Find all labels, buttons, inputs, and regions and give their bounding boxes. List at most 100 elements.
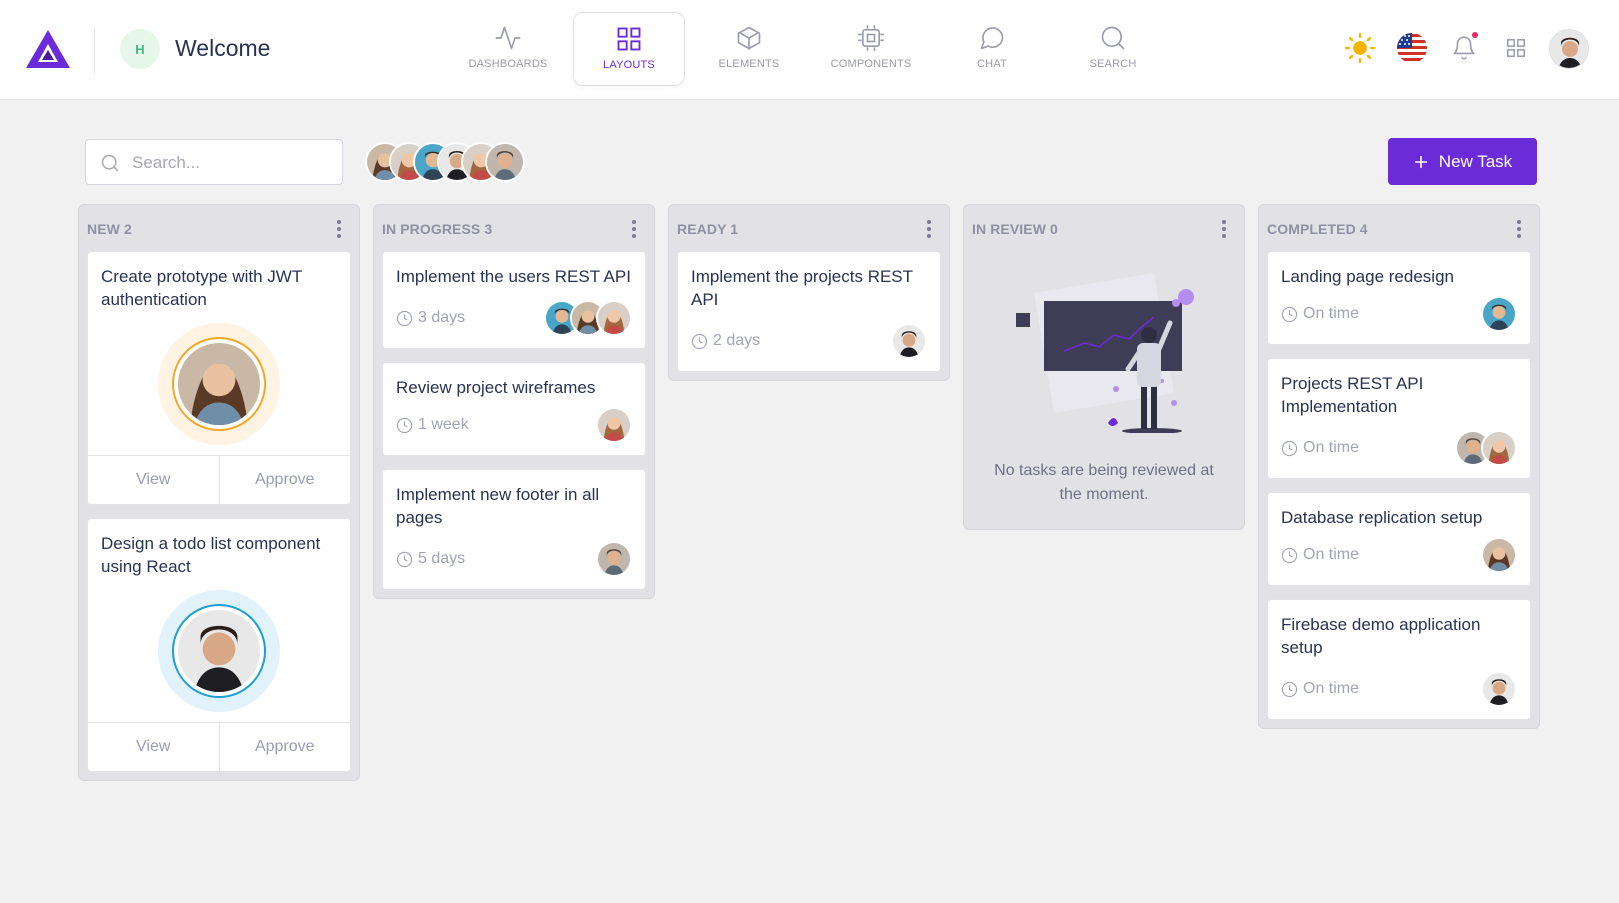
apps-button[interactable] xyxy=(1498,30,1534,66)
task-title: Database replication setup xyxy=(1281,508,1483,527)
workspace-avatar[interactable]: H xyxy=(120,29,160,69)
notification-dot xyxy=(1472,32,1478,38)
column-title: IN REVIEW 0 xyxy=(972,221,1058,237)
nav-elements[interactable]: Elements xyxy=(693,12,805,86)
empty-state-text: No tasks are being reviewed at the momen… xyxy=(994,462,1214,503)
task-card[interactable]: Firebase demo application setup On time xyxy=(1267,599,1531,720)
user-avatar[interactable] xyxy=(1549,29,1589,69)
avatar[interactable] xyxy=(1481,430,1517,466)
avatar[interactable] xyxy=(596,300,632,336)
column-menu-icon[interactable] xyxy=(626,218,642,240)
column-title: READY 1 xyxy=(677,221,739,237)
task-title: Projects REST API Implementation xyxy=(1281,374,1424,416)
task-title: Landing page redesign xyxy=(1281,267,1454,286)
column-title: IN PROGRESS 3 xyxy=(382,221,493,237)
nav-components[interactable]: Components xyxy=(815,12,927,86)
task-card[interactable]: Implement new footer in all pages 5 days xyxy=(382,469,646,590)
nav-label: Dashboards xyxy=(468,58,548,70)
view-button[interactable]: View xyxy=(88,723,220,771)
clock-icon xyxy=(396,417,413,433)
nav-layouts[interactable]: Layouts xyxy=(573,12,685,86)
box-icon xyxy=(737,26,761,50)
avatar[interactable] xyxy=(172,337,266,431)
clock-icon xyxy=(396,310,413,326)
avatar[interactable] xyxy=(1481,537,1517,573)
avatar[interactable] xyxy=(172,604,266,698)
column-menu-icon[interactable] xyxy=(1216,218,1232,240)
theme-toggle-button[interactable] xyxy=(1342,30,1378,66)
column-in-progress: IN PROGRESS 3 Implement the users REST A… xyxy=(373,204,655,599)
task-card[interactable]: Design a todo list component using React… xyxy=(87,518,351,772)
task-card[interactable]: Landing page redesign On time xyxy=(1267,251,1531,345)
task-card[interactable]: Create prototype with JWT authentication… xyxy=(87,251,351,505)
plus-icon xyxy=(1414,155,1427,168)
clock-icon xyxy=(1281,547,1298,563)
due-text: 2 days xyxy=(713,332,761,349)
apps-grid-icon xyxy=(1507,39,1525,57)
nav-chat[interactable]: Chat xyxy=(936,12,1048,86)
activity-icon xyxy=(495,26,521,50)
avatar[interactable] xyxy=(1481,296,1517,332)
nav-label: Chat xyxy=(977,58,1007,70)
approve-button[interactable]: Approve xyxy=(220,456,351,504)
message-circle-icon xyxy=(980,27,1004,50)
nav-label: Elements xyxy=(718,58,780,70)
empty-state-illustration xyxy=(1016,273,1194,433)
bell-icon xyxy=(1453,36,1475,60)
avatar[interactable] xyxy=(485,142,525,182)
column-title: COMPLETED 4 xyxy=(1267,221,1368,237)
status-text: On time xyxy=(1303,680,1360,697)
notifications-button[interactable] xyxy=(1446,30,1482,66)
column-menu-icon[interactable] xyxy=(1511,218,1527,240)
task-card[interactable]: Projects REST API Implementation On time xyxy=(1267,358,1531,479)
search-field[interactable] xyxy=(85,139,343,185)
search-icon xyxy=(101,154,119,172)
clock-icon xyxy=(396,551,413,567)
avatar[interactable] xyxy=(596,541,632,577)
nav-label: Components xyxy=(830,58,912,70)
column-ready: READY 1 Implement the projects REST API … xyxy=(668,204,950,381)
task-title: Design a todo list component using React xyxy=(101,534,321,576)
sun-icon xyxy=(1345,33,1375,63)
nav-label: Layouts xyxy=(603,59,655,71)
top-navbar: H Welcome Dashboards Layouts Elements Co… xyxy=(0,0,1619,100)
grid-icon xyxy=(617,27,641,51)
view-button[interactable]: View xyxy=(88,456,220,504)
due-text: 5 days xyxy=(418,550,466,567)
avatar[interactable] xyxy=(596,407,632,443)
search-icon xyxy=(1101,26,1125,50)
new-task-button[interactable]: New Task xyxy=(1388,138,1537,185)
task-card[interactable]: Review project wireframes 1 week xyxy=(382,362,646,456)
approve-button[interactable]: Approve xyxy=(220,723,351,771)
new-task-label: New Task xyxy=(1438,151,1513,171)
page-title: Welcome xyxy=(175,35,271,61)
column-new: NEW 2 Create prototype with JWT authenti… xyxy=(78,204,360,781)
status-text: On time xyxy=(1303,305,1360,322)
task-title: Create prototype with JWT authentication xyxy=(101,267,302,309)
us-flag-icon xyxy=(1397,33,1427,63)
task-title: Firebase demo application setup xyxy=(1281,615,1481,657)
column-menu-icon[interactable] xyxy=(921,218,937,240)
due-text: 3 days xyxy=(418,309,466,326)
nav-dashboards[interactable]: Dashboards xyxy=(452,12,564,86)
nav-search[interactable]: Search xyxy=(1057,12,1169,86)
column-menu-icon[interactable] xyxy=(331,218,347,240)
clock-icon xyxy=(1281,306,1298,322)
brand-logo-icon[interactable] xyxy=(24,28,72,70)
language-button[interactable] xyxy=(1394,30,1430,66)
task-card[interactable]: Database replication setup On time xyxy=(1267,492,1531,586)
task-card[interactable]: Implement the projects REST API 2 days xyxy=(677,251,941,372)
task-card[interactable]: Implement the users REST API 3 days xyxy=(382,251,646,349)
search-input[interactable] xyxy=(132,150,332,176)
clock-icon xyxy=(691,333,708,349)
clock-icon xyxy=(1281,440,1298,456)
brand-divider xyxy=(94,26,95,74)
avatar[interactable] xyxy=(1481,671,1517,707)
column-in-review: IN REVIEW 0 No tasks are being reviewed … xyxy=(963,204,1245,530)
status-text: On time xyxy=(1303,439,1360,456)
cpu-icon xyxy=(858,25,884,51)
nav-label: Search xyxy=(1089,58,1137,70)
clock-icon xyxy=(1281,681,1298,697)
avatar[interactable] xyxy=(891,323,927,359)
task-title: Review project wireframes xyxy=(396,378,596,397)
